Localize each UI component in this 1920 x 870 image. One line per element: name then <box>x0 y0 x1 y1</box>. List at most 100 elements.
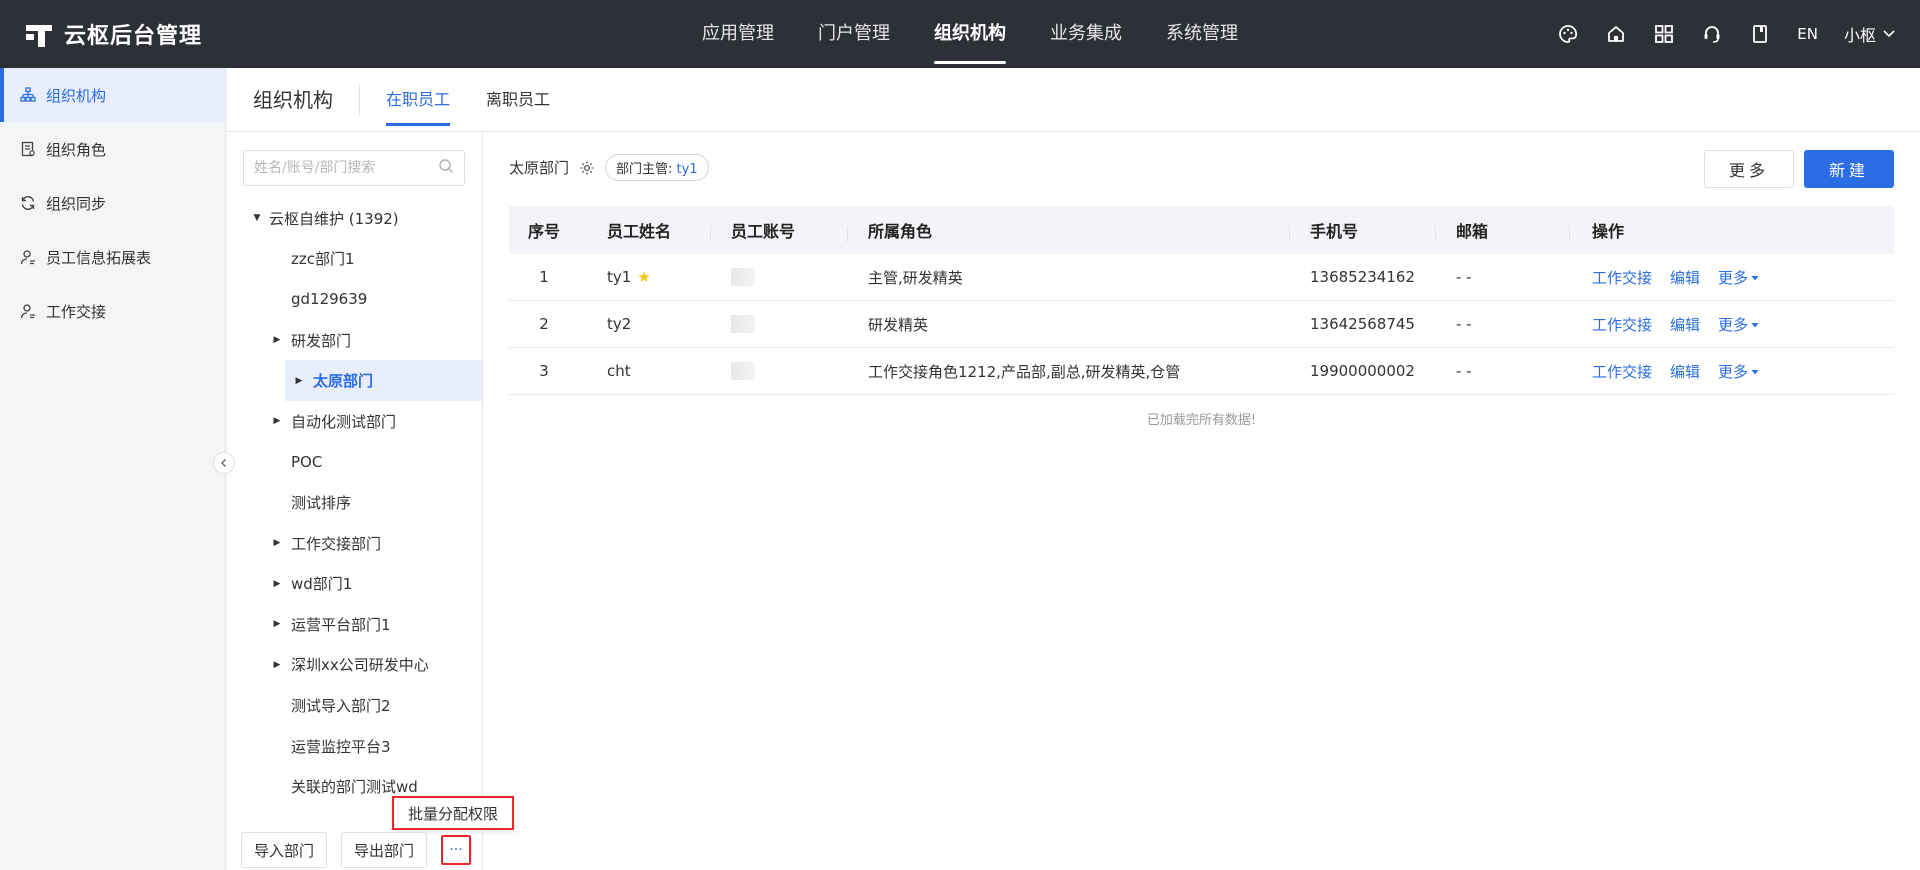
caret-right-icon[interactable]: ▶ <box>269 660 285 670</box>
user-icon <box>20 303 36 319</box>
sidebar-item-label: 工作交接 <box>46 302 107 321</box>
tree-item[interactable]: ▶ 自动化测试部门 <box>227 401 482 442</box>
main-area: 组织机构 在职员工 离职员工 ▼ 云枢自维护 (1392) zzc部门1 gd12… <box>227 68 1920 870</box>
caret-right-icon[interactable]: ▶ <box>269 416 285 426</box>
sync-icon <box>20 195 36 211</box>
tree-item[interactable]: ▶ 太原部门 <box>285 360 482 401</box>
topnav-integration[interactable]: 业务集成 <box>1028 0 1144 68</box>
docs-book-icon[interactable] <box>1749 23 1771 45</box>
department-manager-tag: 部门主管: ty1 <box>605 154 709 181</box>
manager-name[interactable]: ty1 <box>677 162 698 177</box>
tree-item-label: POC <box>291 452 323 471</box>
blurred-account <box>731 362 755 381</box>
user-icon <box>20 249 36 265</box>
row-more-link[interactable]: 更多 <box>1718 267 1760 288</box>
support-headset-icon[interactable] <box>1701 23 1723 45</box>
tree-item[interactable]: ▶ 运营平台部门1 <box>227 604 482 645</box>
tree-item[interactable]: ▶ 工作交接部门 <box>227 523 482 564</box>
col-phone: 手机号 <box>1290 218 1436 242</box>
caret-right-icon[interactable]: ▶ <box>269 619 285 629</box>
tree-item[interactable]: 运营监控平台3 <box>227 726 482 767</box>
tree-item-label: 工作交接部门 <box>291 534 382 553</box>
tab-active-employees[interactable]: 在职员工 <box>368 68 468 132</box>
tree-search[interactable] <box>243 150 465 186</box>
tree-item[interactable]: zzc部门1 <box>227 239 482 280</box>
home-icon[interactable] <box>1605 23 1627 45</box>
tree-item[interactable]: 测试排序 <box>227 482 482 523</box>
user-menu[interactable]: 小枢 <box>1844 22 1896 46</box>
topnav-system-management[interactable]: 系统管理 <box>1144 0 1260 68</box>
tree-item[interactable]: ▶ 深圳xx公司研发中心 <box>227 645 482 686</box>
manager-prefix: 部门主管: <box>616 162 673 177</box>
more-actions-button[interactable]: ··· <box>441 835 472 865</box>
tree-item[interactable]: ▶ 研发部门 <box>227 320 482 361</box>
caret-right-icon[interactable]: ▶ <box>269 335 285 345</box>
all-loaded-text: 已加载完所有数据! <box>1146 413 1257 428</box>
edit-link[interactable]: 编辑 <box>1670 361 1700 382</box>
topnav-app-management[interactable]: 应用管理 <box>680 0 796 68</box>
table-row[interactable]: 1 ty1 ★ 主管,研发精英 13685234162 - - 工作交接 编辑 更多 <box>509 254 1894 301</box>
page-header: 组织机构 在职员工 离职员工 <box>227 68 1920 132</box>
tree-item-label: 运营平台部门1 <box>291 615 391 634</box>
top-nav: 应用管理 门户管理 组织机构 业务集成 系统管理 <box>680 0 1260 68</box>
handover-link[interactable]: 工作交接 <box>1592 314 1652 335</box>
handover-link[interactable]: 工作交接 <box>1592 267 1652 288</box>
user-name: 小枢 <box>1843 26 1876 45</box>
department-tree: ▼ 云枢自维护 (1392) zzc部门1 gd129639 ▶ 研发部门 ▶ 太原部门 ▶… <box>227 198 482 807</box>
edit-link[interactable]: 编辑 <box>1670 267 1700 288</box>
caret-right-icon[interactable]: ▶ <box>269 579 285 589</box>
tree-item-label: gd129639 <box>291 290 368 309</box>
tree-item[interactable]: ▶ wd部门1 <box>227 563 482 604</box>
handover-link[interactable]: 工作交接 <box>1592 361 1652 382</box>
cell-actions: 工作交接 编辑 更多 <box>1570 314 1894 335</box>
sidebar-collapse-button[interactable] <box>213 452 235 474</box>
row-more-label: 更多 <box>1718 268 1749 287</box>
sidebar-item-label: 组织机构 <box>46 86 107 105</box>
topnav-portal-management[interactable]: 门户管理 <box>796 0 912 68</box>
search-icon[interactable] <box>438 158 454 178</box>
col-actions: 操作 <box>1592 222 1625 241</box>
edit-link[interactable]: 编辑 <box>1670 314 1700 335</box>
employee-name[interactable]: ty1 <box>607 268 631 286</box>
topnav-organization[interactable]: 组织机构 <box>912 0 1028 68</box>
chevron-down-icon <box>1882 25 1896 44</box>
cell-phone: 19900000002 <box>1310 362 1415 380</box>
tree-item-label: 关联的部门测试wd <box>291 778 418 797</box>
tab-resigned-employees[interactable]: 离职员工 <box>468 68 568 132</box>
caret-down-icon[interactable]: ▼ <box>249 213 265 223</box>
search-input[interactable] <box>254 160 438 176</box>
export-department-button[interactable]: 导出部门 <box>341 832 428 868</box>
row-more-link[interactable]: 更多 <box>1718 314 1760 335</box>
table-row[interactable]: 3 cht 工作交接角色1212,产品部,副总,研发精英,仓管 19900000002… <box>509 348 1894 395</box>
more-button[interactable]: 更多 <box>1704 150 1794 188</box>
tree-item[interactable]: gd129639 <box>227 279 482 320</box>
department-info: 太原部门 部门主管: ty1 <box>509 154 709 181</box>
palette-icon[interactable] <box>1557 23 1579 45</box>
sidebar-item-org-roles[interactable]: 组织角色 <box>0 122 225 176</box>
cell-actions: 工作交接 编辑 更多 <box>1570 361 1894 382</box>
row-more-link[interactable]: 更多 <box>1718 361 1760 382</box>
gear-icon[interactable] <box>579 160 595 176</box>
sidebar-item-org-sync[interactable]: 组织同步 <box>0 176 225 230</box>
employee-name[interactable]: cht <box>607 362 631 380</box>
tree-item[interactable]: 测试导入部门2 <box>227 685 482 726</box>
sidebar-item-work-handover[interactable]: 工作交接 <box>0 284 225 338</box>
col-no: 序号 <box>527 222 560 241</box>
language-switch[interactable]: EN <box>1797 25 1818 43</box>
import-department-button[interactable]: 导入部门 <box>241 832 328 868</box>
tree-item[interactable]: POC <box>227 442 482 483</box>
app-logo[interactable]: 云枢后台管理 <box>26 18 202 50</box>
sidebar-item-employee-ext[interactable]: 员工信息拓展表 <box>0 230 225 284</box>
table-row[interactable]: 2 ty2 研发精英 13642568745 - - 工作交接 编辑 更多 <box>509 301 1894 348</box>
col-name: 员工姓名 <box>579 218 711 242</box>
caret-right-icon[interactable]: ▶ <box>269 538 285 548</box>
sidebar-item-organization[interactable]: 组织机构 <box>0 68 225 122</box>
employee-name[interactable]: ty2 <box>607 315 631 333</box>
caret-right-icon[interactable]: ▶ <box>291 376 307 386</box>
tree-root[interactable]: ▼ 云枢自维护 (1392) <box>227 198 482 239</box>
cell-name: cht <box>579 362 711 380</box>
new-button[interactable]: 新建 <box>1804 150 1894 188</box>
tree-item-label: 测试排序 <box>291 493 352 512</box>
apps-grid-icon[interactable] <box>1653 23 1675 45</box>
cell-email: - - <box>1456 362 1472 380</box>
